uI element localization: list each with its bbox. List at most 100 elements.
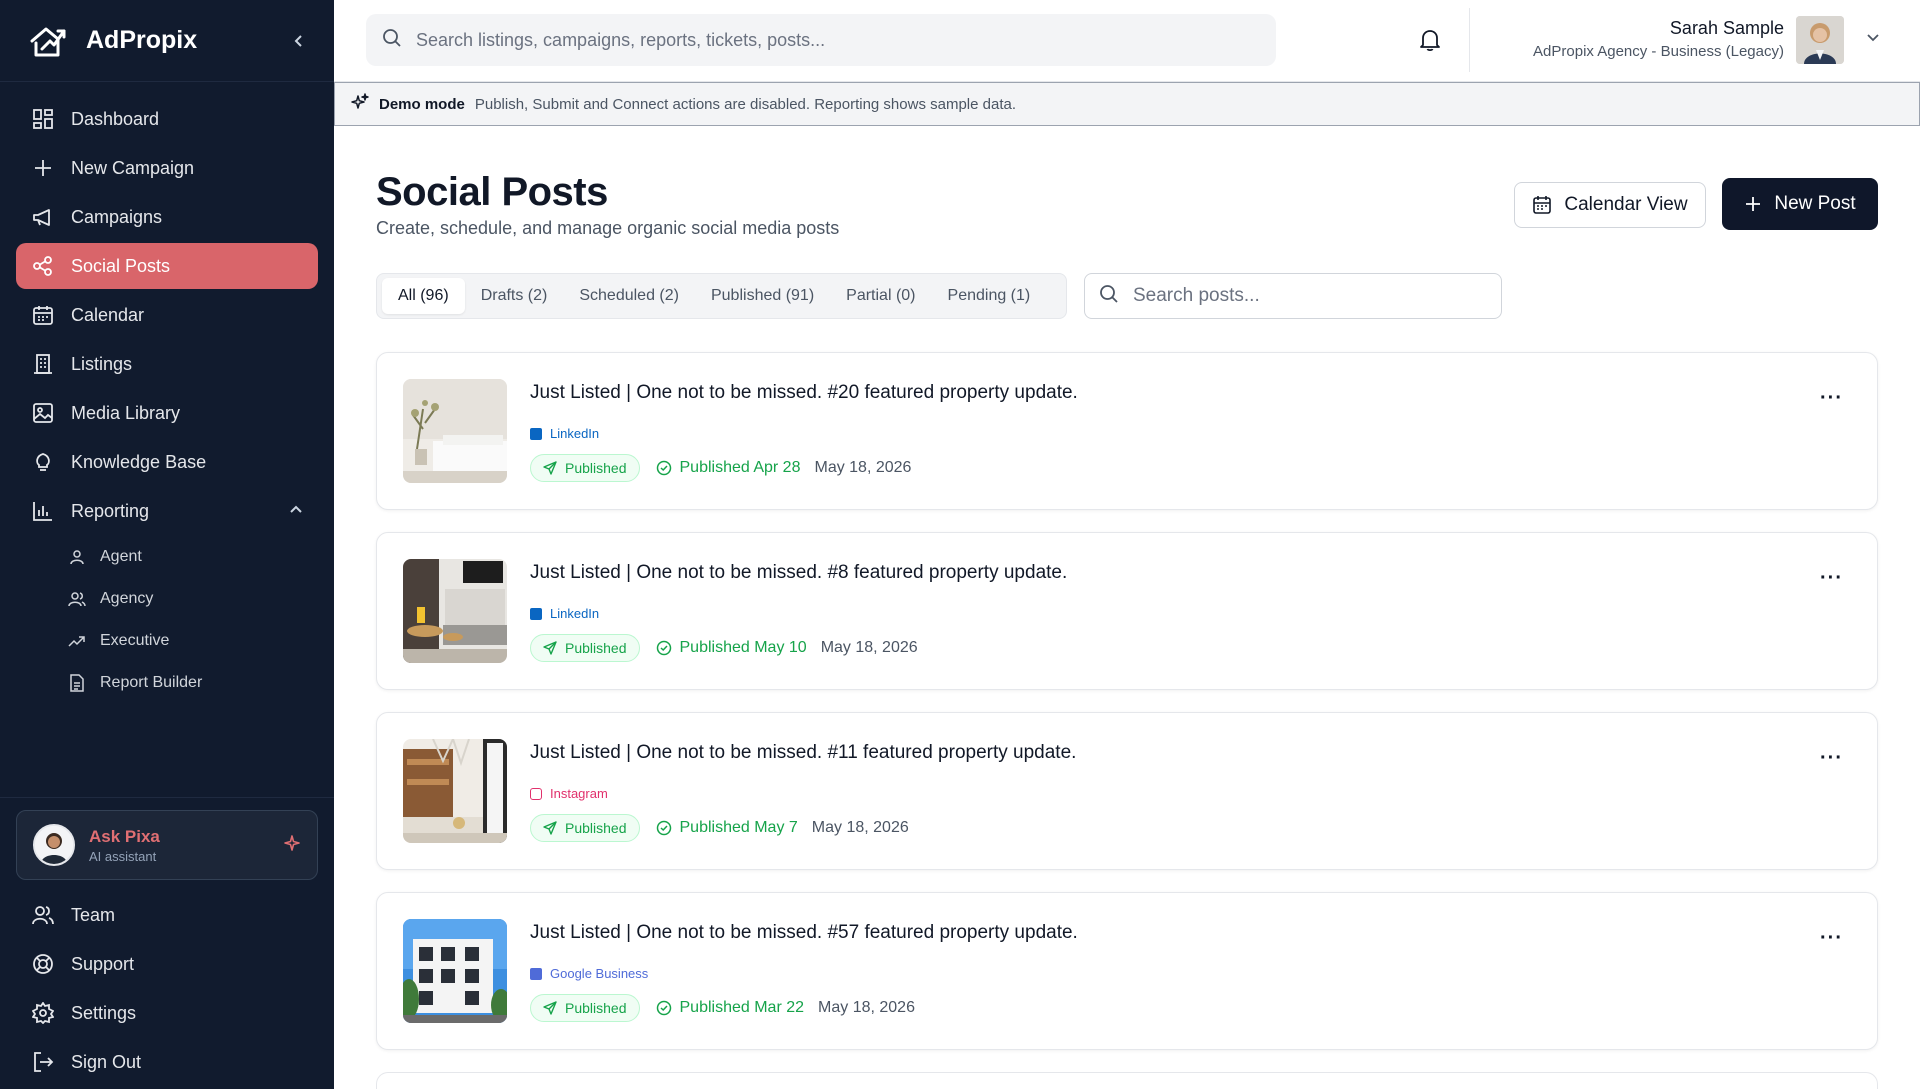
calendar-view-button[interactable]: Calendar View <box>1514 182 1706 228</box>
sidebar-subitem-label: Report Builder <box>100 674 203 691</box>
dashboard-icon <box>31 107 55 131</box>
new-post-button[interactable]: New Post <box>1722 178 1878 230</box>
user-avatar[interactable] <box>1796 16 1844 64</box>
gear-icon <box>31 1001 55 1025</box>
sidebar-item-label: New Campaign <box>71 157 195 178</box>
sidebar-item-social-posts[interactable]: Social Posts <box>16 243 318 289</box>
sidebar-item-support[interactable]: Support <box>16 941 318 987</box>
sidebar-item-label: Reporting <box>71 500 150 521</box>
assistant-avatar <box>33 824 75 866</box>
post-card[interactable]: Just Listed | One not to be missed. #11 … <box>376 712 1878 870</box>
post-platform: Google Business <box>530 966 648 981</box>
sidebar-item-campaigns[interactable]: Campaigns <box>16 194 318 240</box>
tab-published[interactable]: Published (91) <box>695 278 830 314</box>
page-title: Social Posts <box>376 170 608 214</box>
megaphone-icon <box>31 205 55 229</box>
sidebar-item-calendar[interactable]: Calendar <box>16 292 318 338</box>
sidebar-subitem-executive[interactable]: Executive <box>56 621 318 661</box>
sign-out-icon <box>31 1050 55 1074</box>
sidebar-item-team[interactable]: Team <box>16 892 318 938</box>
published-label: Published Mar 22 <box>679 999 805 1016</box>
more-options-icon[interactable]: ··· <box>1820 567 1843 590</box>
sidebar-item-reporting[interactable]: Reporting <box>16 488 318 534</box>
sidebar-item-dashboard[interactable]: Dashboard <box>16 96 318 142</box>
sidebar-item-label: Team <box>71 904 116 925</box>
building-icon <box>31 352 55 376</box>
post-search[interactable] <box>1084 273 1502 319</box>
main-nav: Dashboard New Campaign Campaigns Social … <box>0 82 334 703</box>
user-info[interactable]: Sarah Sample AdPropix Agency - Business … <box>1533 18 1784 60</box>
calendar-icon <box>31 303 55 327</box>
post-thumbnail <box>403 379 507 483</box>
post-meta: Published Published Mar 22 May 18, 2026 <box>530 994 915 1022</box>
sidebar-item-settings[interactable]: Settings <box>16 990 318 1036</box>
post-card[interactable] <box>376 1072 1878 1089</box>
sidebar-subitem-label: Executive <box>100 632 170 649</box>
post-meta: Published Published May 7 May 18, 2026 <box>530 814 909 842</box>
sidebar-item-new-campaign[interactable]: New Campaign <box>16 145 318 191</box>
status-badge: Published <box>530 994 640 1022</box>
platform-label: Google Business <box>550 966 649 981</box>
published-label: Published May 7 <box>679 819 798 836</box>
notification-bell-icon[interactable] <box>1419 28 1441 57</box>
tab-partial[interactable]: Partial (0) <box>830 278 931 314</box>
global-search-input[interactable] <box>416 29 1236 51</box>
post-filter-tabs: All (96) Drafts (2) Scheduled (2) Publis… <box>376 273 1067 319</box>
platform-label: Instagram <box>550 786 608 801</box>
sidebar-item-label: Social Posts <box>71 255 171 276</box>
share-icon <box>31 254 55 278</box>
post-card[interactable]: Just Listed | One not to be missed. #57 … <box>376 892 1878 1050</box>
tab-pending[interactable]: Pending (1) <box>932 278 1047 314</box>
sidebar-subitem-agency[interactable]: Agency <box>56 579 318 619</box>
sidebar-subitem-agent[interactable]: Agent <box>56 537 318 577</box>
chevron-down-icon[interactable] <box>1866 30 1880 49</box>
tab-drafts[interactable]: Drafts (2) <box>465 278 564 314</box>
status-label: Published <box>565 640 627 656</box>
global-search[interactable] <box>366 14 1276 66</box>
sidebar-item-knowledge-base[interactable]: Knowledge Base <box>16 439 318 485</box>
send-icon <box>543 461 557 475</box>
status-label: Published <box>565 1000 627 1016</box>
more-options-icon[interactable]: ··· <box>1820 387 1843 410</box>
users-icon <box>68 590 86 608</box>
collapse-sidebar-icon[interactable] <box>292 28 306 54</box>
post-date: May 18, 2026 <box>820 639 918 656</box>
sidebar-item-sign-out[interactable]: Sign Out <box>16 1039 318 1085</box>
post-search-input[interactable] <box>1133 285 1487 307</box>
sidebar-item-label: Support <box>71 953 135 974</box>
sidebar: AdPropix Dashboard New Campaign Campaign… <box>0 0 334 1089</box>
more-options-icon[interactable]: ··· <box>1820 927 1843 950</box>
adpropix-logo-icon[interactable] <box>28 21 68 61</box>
tab-all[interactable]: All (96) <box>382 278 465 314</box>
check-circle-icon <box>656 640 672 656</box>
demo-mode-text: Publish, Submit and Connect actions are … <box>474 95 1017 113</box>
post-card[interactable]: Just Listed | One not to be missed. #20 … <box>376 352 1878 510</box>
calendar-view-label: Calendar View <box>1564 194 1688 215</box>
sidebar-item-media-library[interactable]: Media Library <box>16 390 318 436</box>
search-icon <box>382 28 402 53</box>
tab-scheduled[interactable]: Scheduled (2) <box>563 278 695 314</box>
bar-chart-icon <box>31 499 55 523</box>
sidebar-item-listings[interactable]: Listings <box>16 341 318 387</box>
ask-pixa-assistant[interactable]: Ask Pixa AI assistant <box>16 810 318 880</box>
sidebar-item-label: Calendar <box>71 304 145 325</box>
send-icon <box>543 821 557 835</box>
post-thumbnail <box>403 739 507 843</box>
platform-label: LinkedIn <box>550 606 600 621</box>
post-date: May 18, 2026 <box>818 999 915 1016</box>
status-label: Published <box>565 820 627 836</box>
trend-icon <box>68 632 86 650</box>
user-account: AdPropix Agency - Business (Legacy) <box>1533 43 1784 60</box>
user-name: Sarah Sample <box>1669 18 1784 38</box>
post-platform: LinkedIn <box>530 606 599 621</box>
more-options-icon[interactable]: ··· <box>1820 747 1843 770</box>
post-card[interactable]: Just Listed | One not to be missed. #8 f… <box>376 532 1878 690</box>
published-label: Published May 10 <box>679 639 807 656</box>
status-badge: Published <box>530 634 640 662</box>
chevron-up-icon[interactable] <box>289 501 303 522</box>
sidebar-subitem-report-builder[interactable]: Report Builder <box>56 663 318 703</box>
sidebar-item-label: Knowledge Base <box>71 451 207 472</box>
new-post-label: New Post <box>1774 193 1856 214</box>
linkedin-icon <box>530 607 542 620</box>
post-title: Just Listed | One not to be missed. #20 … <box>530 382 1078 403</box>
